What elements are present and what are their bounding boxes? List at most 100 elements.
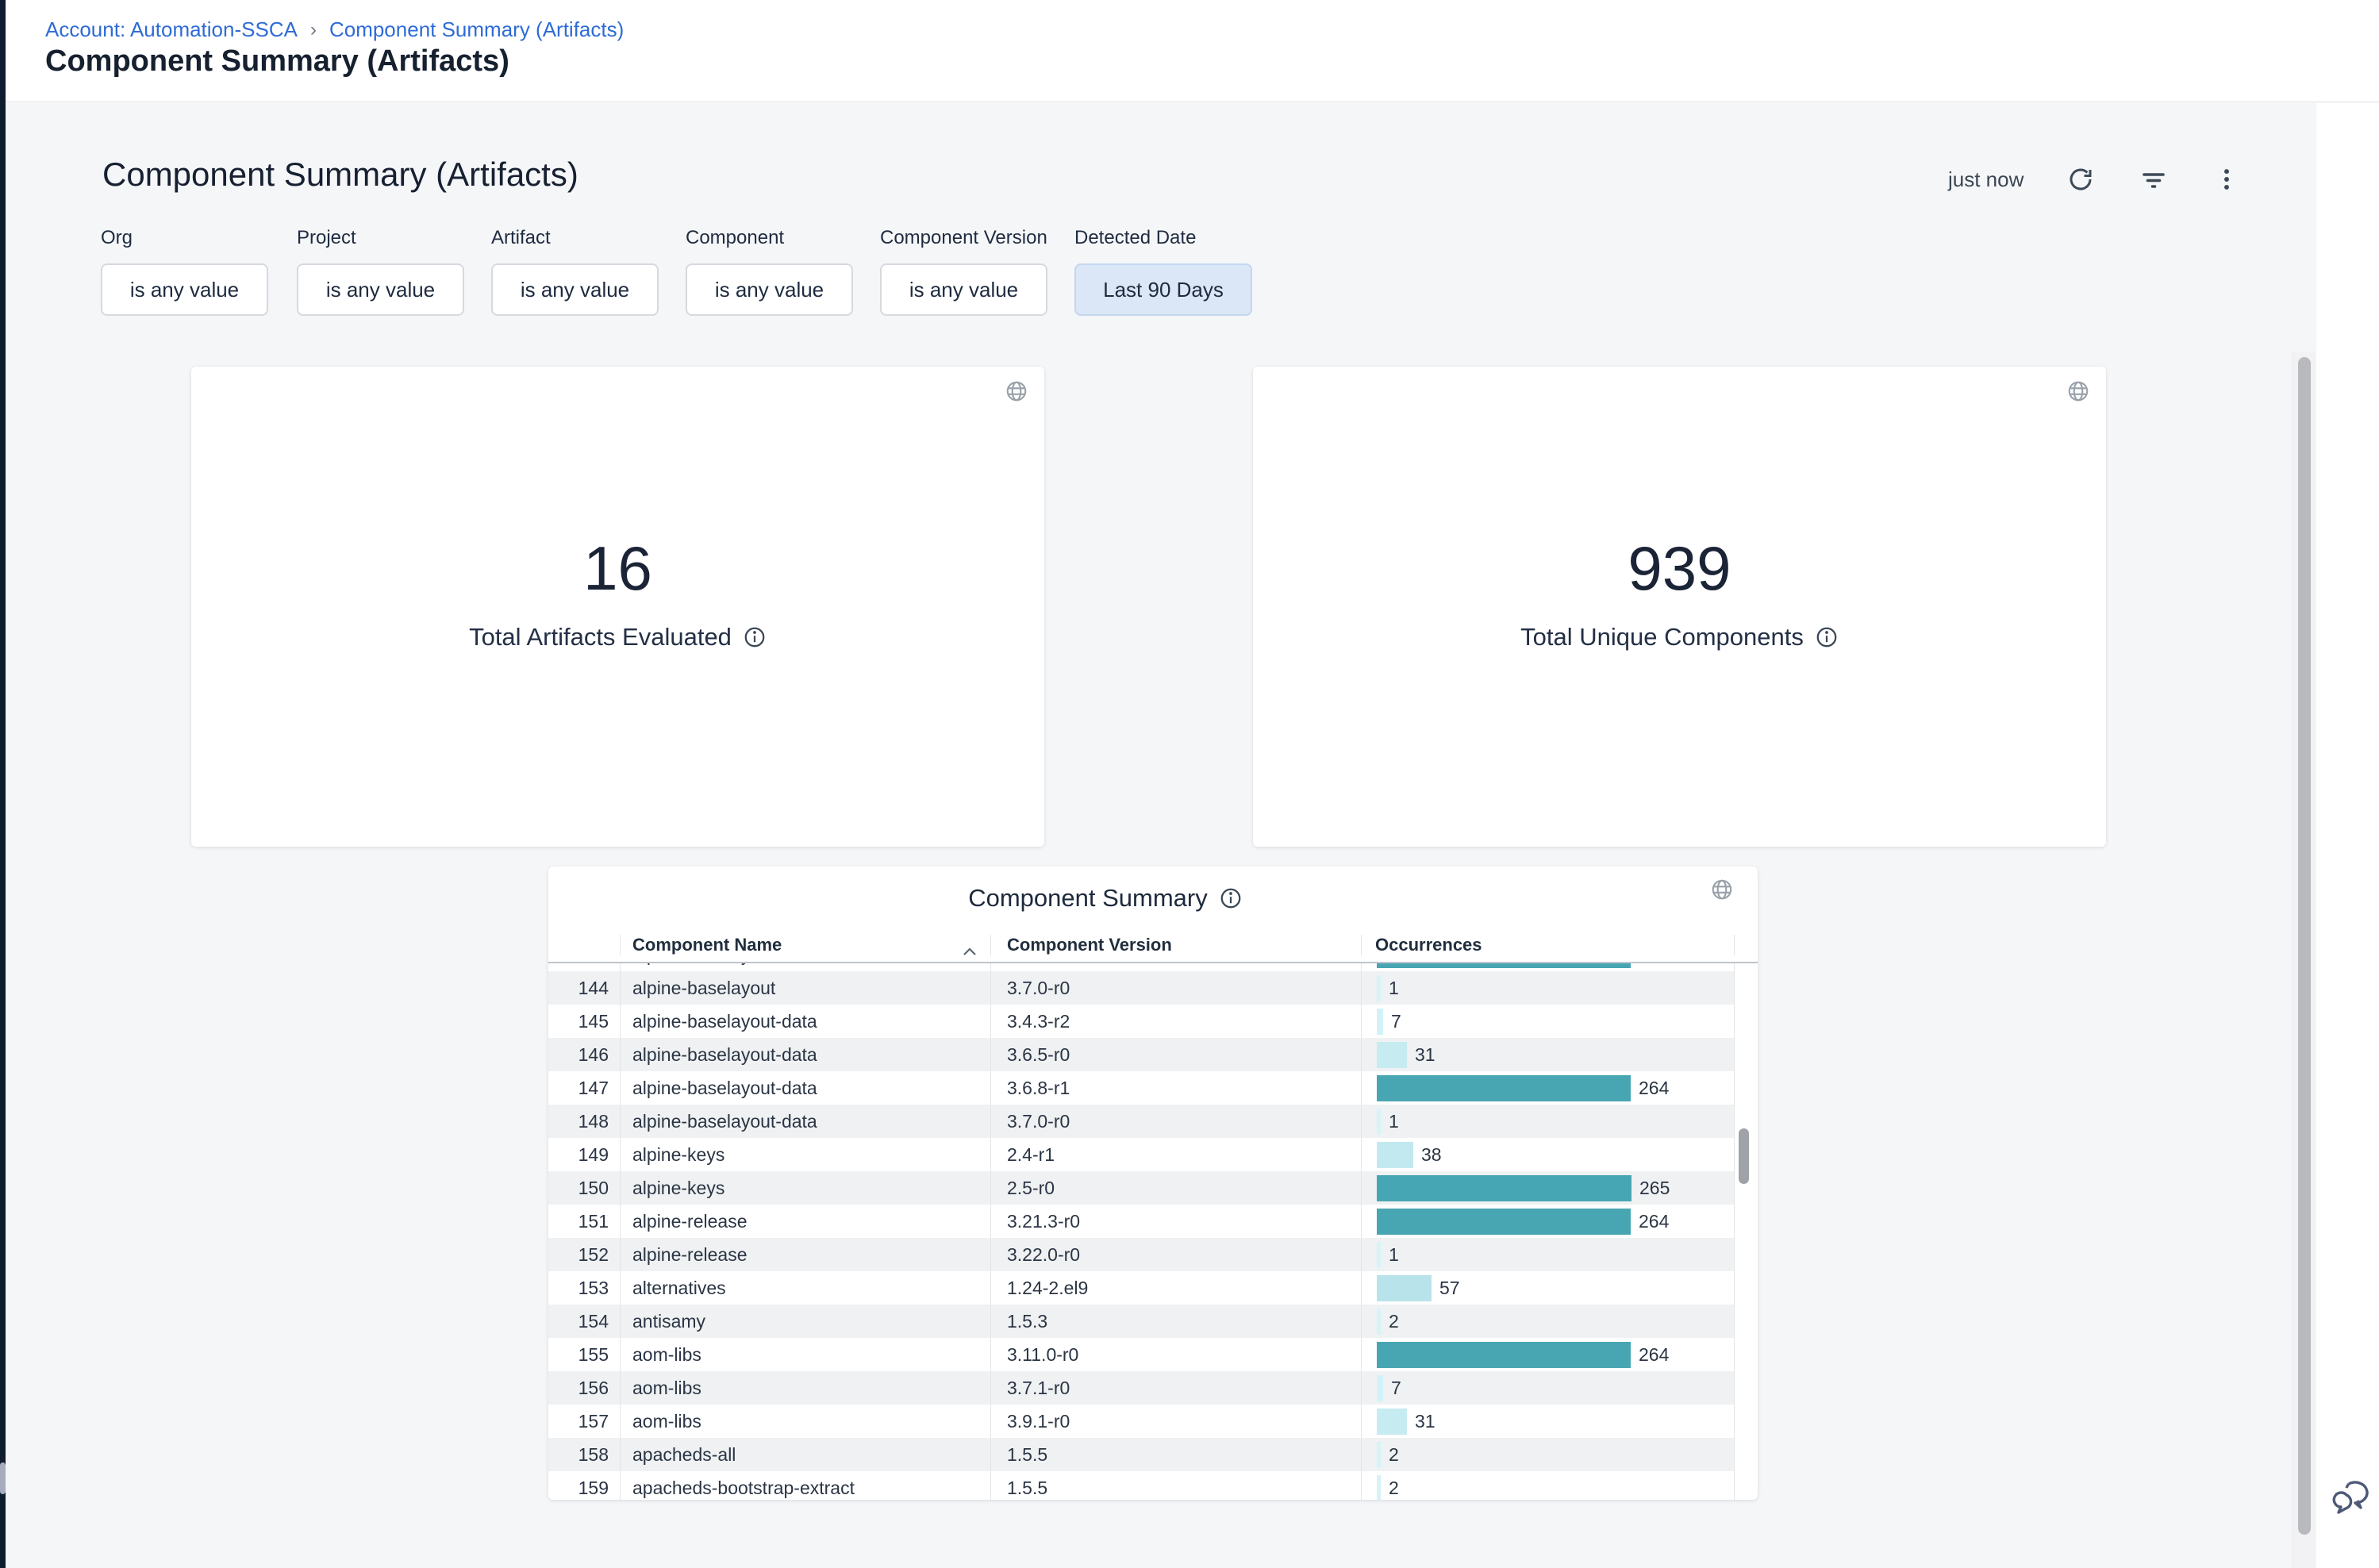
occurrences-bar	[1377, 1242, 1381, 1268]
component-name-cell: antisamy	[620, 1305, 990, 1338]
component-version-cell: 3.6.8-r1	[990, 963, 1361, 971]
component-name-cell: apacheds-all	[620, 1438, 990, 1471]
table-row[interactable]: 158apacheds-all1.5.52	[548, 1438, 1735, 1471]
globe-icon[interactable]	[1005, 379, 1028, 403]
chat-help-icon[interactable]	[2330, 1478, 2376, 1517]
component-version-cell: 3.9.1-r0	[990, 1405, 1361, 1438]
tile-component-summary-table: Component Summary Component Name Compone…	[548, 867, 1758, 1500]
kebab-menu-icon[interactable]	[2211, 163, 2243, 195]
occurrences-cell: 1	[1361, 1105, 1735, 1138]
filter-project: Projectis any value	[297, 227, 464, 316]
component-version-cell: 3.7.1-r0	[990, 1371, 1361, 1405]
page-title: Component Summary (Artifacts)	[45, 44, 509, 79]
occurrences-bar	[1377, 1375, 1383, 1401]
info-icon[interactable]	[1815, 625, 1839, 649]
table-header-row: Component Name Component Version Occurre…	[548, 924, 1735, 962]
filter-component-version: Component Version is any value	[880, 227, 1047, 316]
component-name-cell: aom-libs	[620, 1338, 990, 1371]
table-row[interactable]: 149alpine-keys2.4-r138	[548, 1138, 1735, 1171]
component-name-cell: apacheds-bootstrap-extract	[620, 1471, 990, 1500]
left-nav-scrollbar-thumb[interactable]	[0, 1462, 6, 1494]
row-number-cell: 151	[548, 1211, 620, 1232]
sort-asc-icon[interactable]	[962, 946, 978, 957]
filter-value-button[interactable]: is any value	[297, 263, 464, 316]
stat-value: 16	[583, 535, 652, 603]
dashboard-panel: Component Summary (Artifacts) just now O…	[6, 103, 2316, 1568]
table-row[interactable]: 144alpine-baselayout3.7.0-r01	[548, 971, 1735, 1005]
component-version-cell: 1.24-2.el9	[990, 1271, 1361, 1305]
filter-label: Detected Date	[1074, 227, 1252, 249]
component-version-cell: 3.21.3-r0	[990, 1205, 1361, 1238]
occurrences-cell: 265	[1361, 1171, 1735, 1205]
occurrences-cell: 2	[1361, 1471, 1735, 1500]
table-row[interactable]: 150alpine-keys2.5-r0265	[548, 1171, 1735, 1205]
table-row[interactable]: 151alpine-release3.21.3-r0264	[548, 1205, 1735, 1238]
occurrences-bar	[1377, 1209, 1631, 1235]
last-updated-text: just now	[1948, 167, 2023, 192]
table-row[interactable]: 155aom-libs3.11.0-r0264	[548, 1338, 1735, 1371]
globe-icon[interactable]	[2066, 379, 2090, 403]
table-row[interactable]: 157aom-libs3.9.1-r031	[548, 1405, 1735, 1438]
row-number-cell: 155	[548, 1344, 620, 1366]
component-version-cell: 3.7.0-r0	[990, 971, 1361, 1005]
filter-label: Component	[686, 227, 853, 249]
table-row[interactable]: 148alpine-baselayout-data3.7.0-r01	[548, 1105, 1735, 1138]
row-number-cell: 158	[548, 1444, 620, 1466]
table-row[interactable]: 147alpine-baselayout-data3.6.8-r1264	[548, 1071, 1735, 1105]
info-icon[interactable]	[743, 625, 767, 649]
refresh-icon[interactable]	[2065, 163, 2097, 195]
column-header-component-version[interactable]: Component Version	[990, 935, 1361, 955]
table-row[interactable]: 152alpine-release3.22.0-r01	[548, 1238, 1735, 1271]
partial-table-row: alpine-baselayout3.6.8-r1264	[548, 963, 1735, 971]
table-row[interactable]: 154antisamy1.5.32	[548, 1305, 1735, 1338]
occurrences-bar	[1377, 1442, 1381, 1468]
info-icon[interactable]	[1219, 886, 1243, 910]
stat-value: 939	[1628, 535, 1731, 603]
component-version-cell: 3.4.3-r2	[990, 1005, 1361, 1038]
filter-value-button[interactable]: is any value	[686, 263, 853, 316]
filter-component: Component is any value	[686, 227, 853, 316]
filter-value-button[interactable]: is any value	[101, 263, 268, 316]
filter-label: Org	[101, 227, 268, 249]
stat-label: Total Unique Components	[1520, 623, 1804, 651]
breadcrumb-account-link[interactable]: Account: Automation-SSCA	[45, 17, 298, 42]
filter-icon[interactable]	[2138, 163, 2170, 195]
column-header-component-name[interactable]: Component Name	[620, 935, 990, 955]
occurrences-cell: 7	[1361, 1005, 1735, 1038]
column-header-occurrences[interactable]: Occurrences	[1361, 935, 1735, 955]
page-scrollbar-thumb[interactable]	[2298, 357, 2311, 1535]
table-row[interactable]: 156aom-libs3.7.1-r07	[548, 1371, 1735, 1405]
occurrences-value: 31	[1415, 1411, 1435, 1432]
tile-total-artifacts: 16 Total Artifacts Evaluated	[191, 367, 1044, 847]
filter-value-button[interactable]: is any value	[880, 263, 1047, 316]
row-number-cell: 148	[548, 1111, 620, 1132]
occurrences-value: 38	[1421, 1144, 1442, 1166]
row-number-cell: 144	[548, 978, 620, 999]
filter-value-button[interactable]: Last 90 Days	[1074, 263, 1252, 316]
occurrences-cell: 264	[1361, 1071, 1735, 1105]
table-row[interactable]: 145alpine-baselayout-data3.4.3-r27	[548, 1005, 1735, 1038]
filter-label: Component Version	[880, 227, 1047, 249]
table-row[interactable]: 146alpine-baselayout-data3.6.5-r031	[548, 1038, 1735, 1071]
table-row[interactable]: alpine-baselayout3.6.8-r1264	[548, 963, 1735, 971]
filter-value-button[interactable]: is any value	[491, 263, 659, 316]
row-number-cell: 145	[548, 1011, 620, 1032]
occurrences-cell: 2	[1361, 1438, 1735, 1471]
occurrences-bar	[1377, 963, 1631, 968]
occurrences-cell: 1	[1361, 971, 1735, 1005]
component-name-cell: alternatives	[620, 1271, 990, 1305]
component-version-cell: 1.5.3	[990, 1305, 1361, 1338]
row-number-cell: 147	[548, 1078, 620, 1099]
table-row[interactable]: 153alternatives1.24-2.el957	[548, 1271, 1735, 1305]
breadcrumb-page-link[interactable]: Component Summary (Artifacts)	[329, 17, 624, 42]
row-number-cell: 153	[548, 1278, 620, 1299]
row-number-cell: 159	[548, 1478, 620, 1499]
occurrences-value: 1	[1389, 1244, 1399, 1266]
dashboard-toolbar: just now	[1948, 163, 2243, 195]
table-title: Component Summary	[968, 884, 1208, 913]
table-scrollbar-thumb[interactable]	[1739, 1128, 1749, 1184]
component-name-cell: aom-libs	[620, 1371, 990, 1405]
filter-detected-date: Detected Date Last 90 Days	[1074, 227, 1252, 316]
component-name-cell: alpine-baselayout	[620, 963, 990, 971]
table-row[interactable]: 159apacheds-bootstrap-extract1.5.52	[548, 1471, 1735, 1500]
